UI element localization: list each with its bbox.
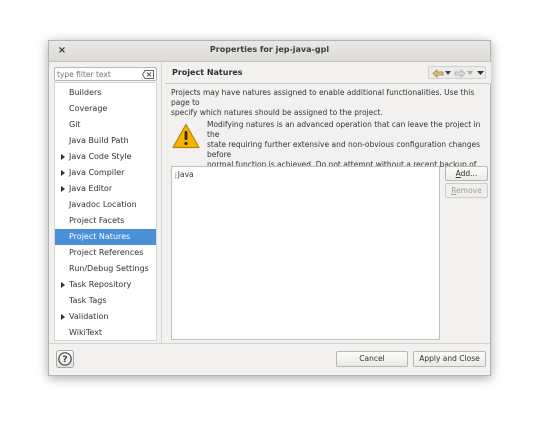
remove-label: emove: [456, 186, 482, 195]
tree-item-label: Run/Debug Settings: [69, 264, 149, 273]
tree-item-label: Java Editor: [69, 184, 113, 193]
tree-item-label: Javadoc Location: [69, 200, 137, 209]
tree-item-label: Coverage: [69, 104, 108, 113]
back-arrow-icon[interactable]: [432, 69, 444, 78]
expand-arrow-icon[interactable]: [61, 282, 65, 288]
tree-item-run-debug-settings[interactable]: Run/Debug Settings: [55, 261, 156, 277]
help-button[interactable]: ?: [56, 350, 74, 368]
clear-filter-icon[interactable]: [142, 70, 154, 79]
tree-item-task-repository[interactable]: Task Repository: [55, 277, 156, 293]
filter-input[interactable]: [57, 69, 141, 80]
apply-and-close-button[interactable]: Apply and Close: [413, 351, 486, 367]
expand-arrow-icon[interactable]: [61, 314, 65, 320]
window-title: Properties for jep-java-gpl: [209, 45, 330, 54]
expand-arrow-icon[interactable]: [61, 186, 65, 192]
nature-label: Java: [177, 170, 194, 179]
forward-arrow-icon[interactable]: [454, 69, 466, 78]
tree-item-label: Project Natures: [69, 232, 131, 241]
history-nav: [428, 66, 486, 79]
properties-dialog: × Properties for jep-java-gpl Builders Co…: [48, 40, 491, 376]
tree-item-label: Builders: [69, 88, 102, 97]
property-page-tree: Builders Coverage Git Java Build Path Java C…: [54, 82, 157, 341]
warning-icon: [172, 123, 200, 149]
tree-item-project-references[interactable]: Project References: [55, 245, 156, 261]
help-glyph: ?: [62, 355, 67, 365]
tree-item-label: Task Tags: [69, 296, 107, 305]
tree-item-javadoc-location[interactable]: Javadoc Location: [55, 197, 156, 213]
expand-arrow-icon[interactable]: [61, 154, 65, 160]
add-button[interactable]: Add...: [445, 166, 488, 181]
remove-button[interactable]: Remove: [445, 183, 488, 198]
tree-item-java-compiler[interactable]: Java Compiler: [55, 165, 156, 181]
tree-item-project-facets[interactable]: Project Facets: [55, 213, 156, 229]
cancel-button[interactable]: Cancel: [336, 351, 408, 367]
description-line: Projects may have natures assigned to en…: [171, 88, 475, 107]
java-nature-icon: J: [175, 172, 177, 179]
page-description: Projects may have natures assigned to en…: [171, 88, 489, 118]
tree-item-project-natures[interactable]: Project Natures: [55, 229, 156, 245]
tree-item-git[interactable]: Git: [55, 117, 156, 133]
description-line: specify which natures should be assigned…: [171, 108, 383, 117]
filter-box: [54, 67, 157, 81]
tree-item-label: Git: [69, 120, 81, 129]
tree-item-coverage[interactable]: Coverage: [55, 101, 156, 117]
tree-item-label: Validation: [69, 312, 109, 321]
back-dropdown-icon[interactable]: [445, 71, 451, 75]
tree-item-java-editor[interactable]: Java Editor: [55, 181, 156, 197]
tree-item-java-build-path[interactable]: Java Build Path: [55, 133, 156, 149]
tree-item-wikitext[interactable]: WikiText: [55, 325, 156, 341]
forward-dropdown-icon[interactable]: [467, 71, 473, 75]
add-label: dd...: [460, 169, 478, 178]
footer-divider: [49, 343, 490, 344]
tree-item-validation[interactable]: Validation: [55, 309, 156, 325]
tree-item-label: Java Build Path: [69, 136, 129, 145]
title-bar: × Properties for jep-java-gpl: [49, 41, 490, 62]
view-menu-icon[interactable]: [477, 71, 484, 75]
tree-item-label: Project Facets: [69, 216, 125, 225]
tree-item-label: Java Code Style: [69, 152, 132, 161]
expand-arrow-icon[interactable]: [61, 170, 65, 176]
list-item[interactable]: JJava: [175, 170, 194, 179]
help-icon: ?: [58, 352, 72, 366]
natures-list[interactable]: JJava: [171, 166, 440, 340]
tree-item-builders[interactable]: Builders: [55, 85, 156, 101]
warning-line: Modifying natures is an advanced operati…: [207, 120, 481, 139]
pane-divider: [161, 62, 162, 344]
page-title: Project Natures: [172, 68, 243, 77]
tree-item-java-code-style[interactable]: Java Code Style: [55, 149, 156, 165]
warning-line: state requiring further extensive and no…: [207, 140, 481, 159]
tree-item-label: Java Compiler: [69, 168, 125, 177]
tree-item-label: Task Repository: [69, 280, 132, 289]
tree-item-label: WikiText: [69, 328, 102, 337]
tree-item-task-tags[interactable]: Task Tags: [55, 293, 156, 309]
page-header: Project Natures: [165, 62, 491, 84]
tree-item-label: Project References: [69, 248, 144, 257]
